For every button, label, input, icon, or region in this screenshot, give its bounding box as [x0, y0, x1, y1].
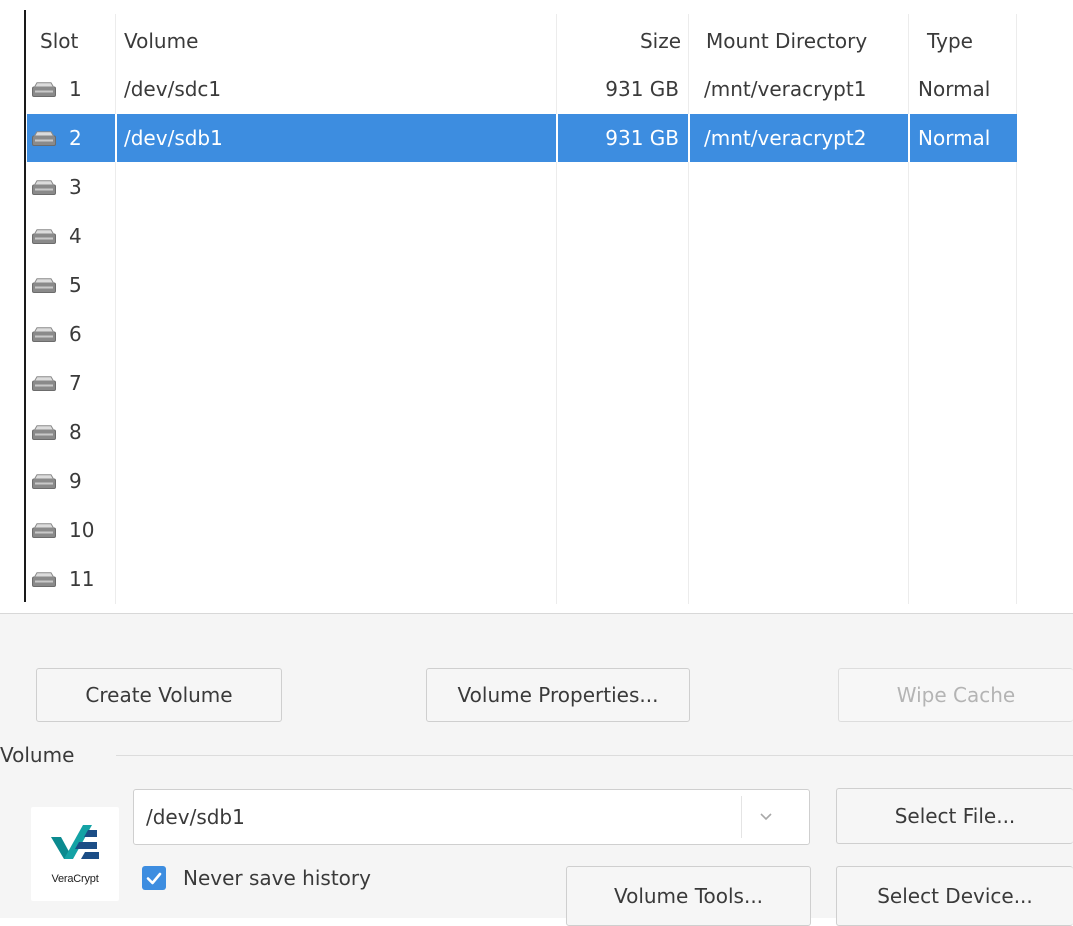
volume-size: 931 GB: [605, 126, 679, 150]
table-row[interactable]: 2/dev/sdb1 931 GB/mnt/veracrypt2 Normal: [27, 114, 1017, 162]
drive-icon: [32, 572, 56, 587]
drive-icon: [32, 82, 56, 97]
table-row[interactable]: 6: [27, 310, 1017, 358]
drive-icon: [32, 474, 56, 489]
column-header-mount-directory[interactable]: Mount Directory: [706, 24, 867, 58]
column-header-volume[interactable]: Volume: [124, 24, 198, 58]
slot-number: 3: [69, 175, 82, 199]
drive-icon: [32, 425, 56, 440]
check-icon: [146, 872, 162, 885]
drive-icon: [32, 278, 56, 293]
column-header-type[interactable]: Type: [927, 24, 973, 58]
volume-path-combo[interactable]: [133, 789, 810, 845]
selection-separator: [556, 114, 558, 162]
table-row[interactable]: 7: [27, 359, 1017, 407]
combo-separator: [741, 796, 742, 838]
drive-icon: [32, 523, 56, 538]
select-file-button[interactable]: Select File...: [836, 788, 1073, 844]
slot-number: 2: [69, 126, 82, 150]
drive-icon: [32, 229, 56, 244]
mount-directory: /mnt/veracrypt2: [704, 126, 867, 150]
slot-number: 7: [69, 371, 82, 395]
select-device-button[interactable]: Select Device...: [836, 866, 1073, 926]
wipe-cache-button[interactable]: Wipe Cache: [838, 668, 1073, 722]
slot-number: 8: [69, 420, 82, 444]
table-row[interactable]: 11: [27, 555, 1017, 603]
table-row[interactable]: 10: [27, 506, 1017, 554]
volume-path-input[interactable]: [146, 790, 736, 844]
slot-number: 11: [69, 567, 95, 591]
volume-path: /dev/sdc1: [124, 77, 222, 101]
drive-icon: [32, 376, 56, 391]
column-header-slot[interactable]: Slot: [40, 24, 78, 58]
selection-separator: [688, 114, 690, 162]
drive-icon: [32, 131, 56, 146]
mount-directory: /mnt/veracrypt1: [704, 77, 867, 101]
volume-size: 931 GB: [605, 77, 679, 101]
table-row[interactable]: 1/dev/sdc1 931 GB/mnt/veracrypt1 Normal: [27, 65, 1017, 113]
slot-number: 10: [69, 518, 95, 542]
drive-icon: [32, 327, 56, 342]
slot-number: 5: [69, 273, 82, 297]
slot-number: 1: [69, 77, 82, 101]
logo-text: VeraCrypt: [51, 873, 99, 885]
volume-type: Normal: [918, 77, 991, 101]
column-header-size[interactable]: Size: [560, 24, 681, 58]
selection-separator: [115, 114, 117, 162]
table-row[interactable]: 8: [27, 408, 1017, 456]
volume-tools-button[interactable]: Volume Tools...: [566, 866, 811, 926]
volume-type: Normal: [918, 126, 991, 150]
veracrypt-logo-icon: [51, 825, 99, 859]
chevron-down-icon[interactable]: [754, 806, 778, 828]
table-row[interactable]: 4: [27, 212, 1017, 260]
drive-icon: [32, 180, 56, 195]
veracrypt-logo: VeraCrypt: [31, 807, 119, 901]
selection-separator: [908, 114, 910, 162]
slot-number: 9: [69, 469, 82, 493]
volume-group-label: Volume: [0, 743, 75, 767]
volume-group-frame: [116, 755, 1073, 756]
volume-list[interactable]: Slot Volume Size Mount Directory Type 1/…: [0, 0, 1073, 613]
slot-number: 6: [69, 322, 82, 346]
table-row[interactable]: 5: [27, 261, 1017, 309]
volume-path: /dev/sdb1: [124, 126, 223, 150]
table-row[interactable]: 9: [27, 457, 1017, 505]
list-border: [24, 10, 26, 602]
never-save-history-checkbox[interactable]: [142, 866, 166, 890]
table-row[interactable]: 3: [27, 163, 1017, 211]
volume-properties-button[interactable]: Volume Properties...: [426, 668, 690, 722]
create-volume-button[interactable]: Create Volume: [36, 668, 282, 722]
slot-number: 4: [69, 224, 82, 248]
never-save-history-label[interactable]: Never save history: [183, 864, 371, 892]
